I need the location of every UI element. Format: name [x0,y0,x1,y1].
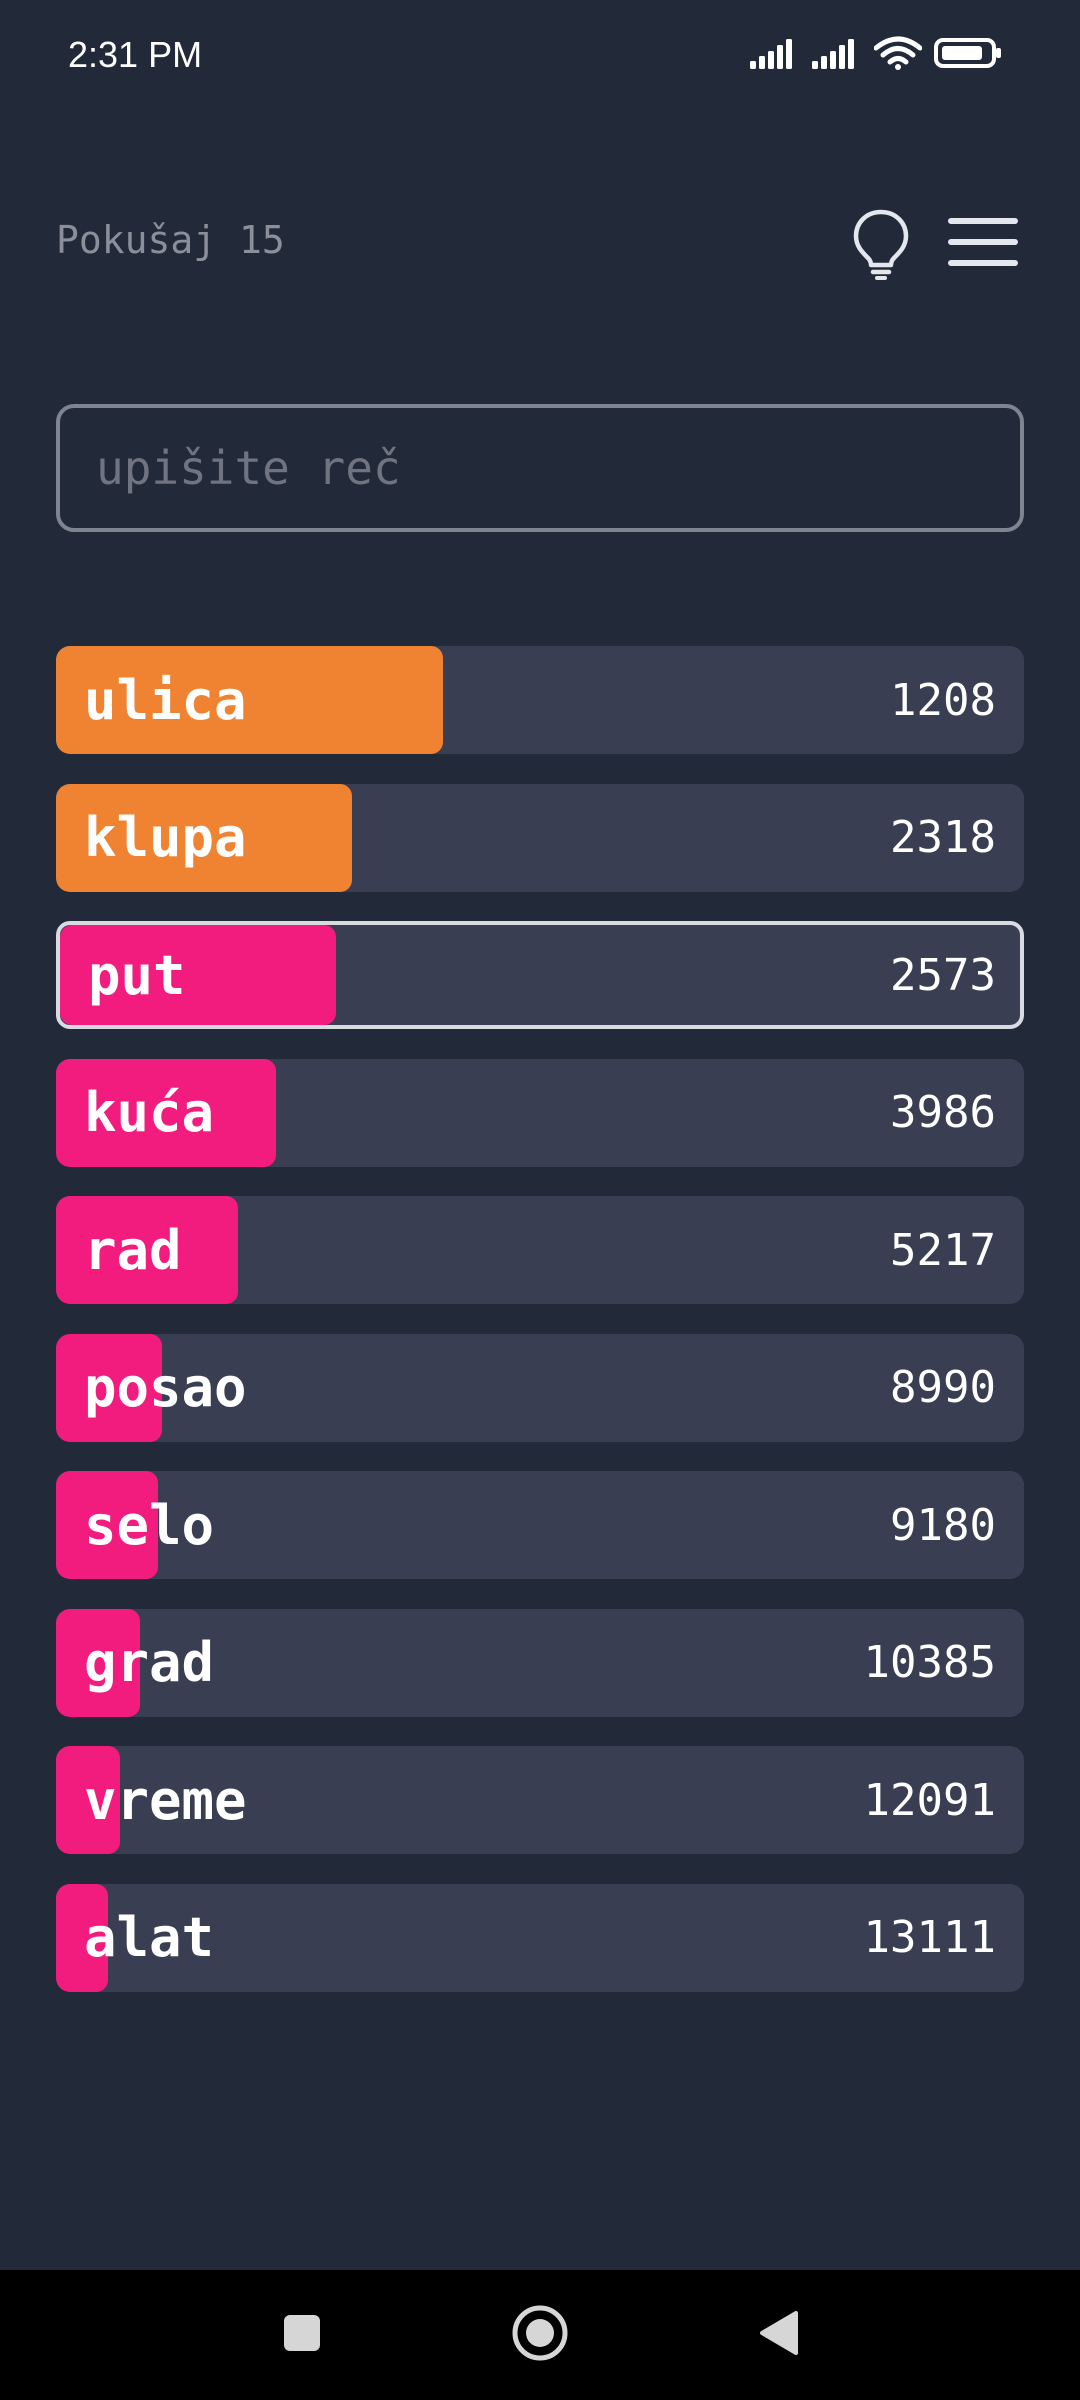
guess-rank: 3986 [890,1087,996,1138]
signal-icon [750,37,800,69]
guess-rank: 2318 [890,812,996,863]
word-input[interactable] [56,404,1024,532]
guess-word: vreme [84,1768,247,1832]
hint-button[interactable] [848,208,914,284]
guess-rank: 12091 [863,1774,996,1826]
status-time: 2:31 PM [68,34,203,75]
guess-word: kuća [84,1081,215,1144]
guess-rank: 9180 [890,1499,996,1551]
navigation-bar [0,2270,1080,2400]
guess-row: rad 5217 [56,1196,1024,1304]
guess-row: put 2573 [56,921,1024,1029]
status-bar: 2:31 PM [0,0,1080,120]
home-circle-icon [510,2303,570,2367]
guess-word: selo [84,1493,215,1557]
signal-icon [812,37,862,69]
recents-button[interactable] [262,2270,342,2400]
attempt-label: Pokušaj 15 [56,218,285,262]
guess-row: alat 13111 [56,1883,1024,1992]
guess-row: vreme 12091 [56,1746,1024,1854]
recents-square-icon [282,2313,322,2357]
guess-row: kuća 3986 [56,1058,1024,1167]
guess-row: grad 10385 [56,1608,1024,1717]
guess-rank: 13111 [863,1912,996,1963]
guess-row: posao 8990 [56,1333,1024,1442]
home-button[interactable] [500,2270,580,2400]
guess-word: alat [84,1906,215,1969]
back-triangle-icon [756,2309,800,2361]
guess-row: selo 9180 [56,1471,1024,1579]
guess-rank: 2573 [890,949,996,1001]
guess-word: ulica [84,668,247,732]
guess-word: klupa [84,806,247,869]
guess-list: ulica 1208 klupa 2318 put 2573 kuća 3986 rad 5217… [56,646,1024,2021]
guess-rank: 1208 [890,674,996,726]
guess-word: put [88,943,186,1007]
menu-button[interactable] [946,216,1020,272]
guess-word: rad [84,1218,182,1282]
guess-rank: 8990 [890,1362,996,1413]
lightbulb-icon [852,208,910,284]
hamburger-menu-icon [947,216,1019,272]
guess-row: ulica 1208 [56,646,1024,754]
guess-word: posao [84,1356,247,1419]
guess-row: klupa 2318 [56,783,1024,892]
wifi-icon [874,36,922,70]
guess-word: grad [84,1631,215,1694]
battery-icon [934,37,1004,69]
guess-rank: 10385 [863,1637,996,1688]
guess-rank: 5217 [890,1224,996,1276]
back-button[interactable] [738,2270,818,2400]
status-icons [750,36,1004,70]
